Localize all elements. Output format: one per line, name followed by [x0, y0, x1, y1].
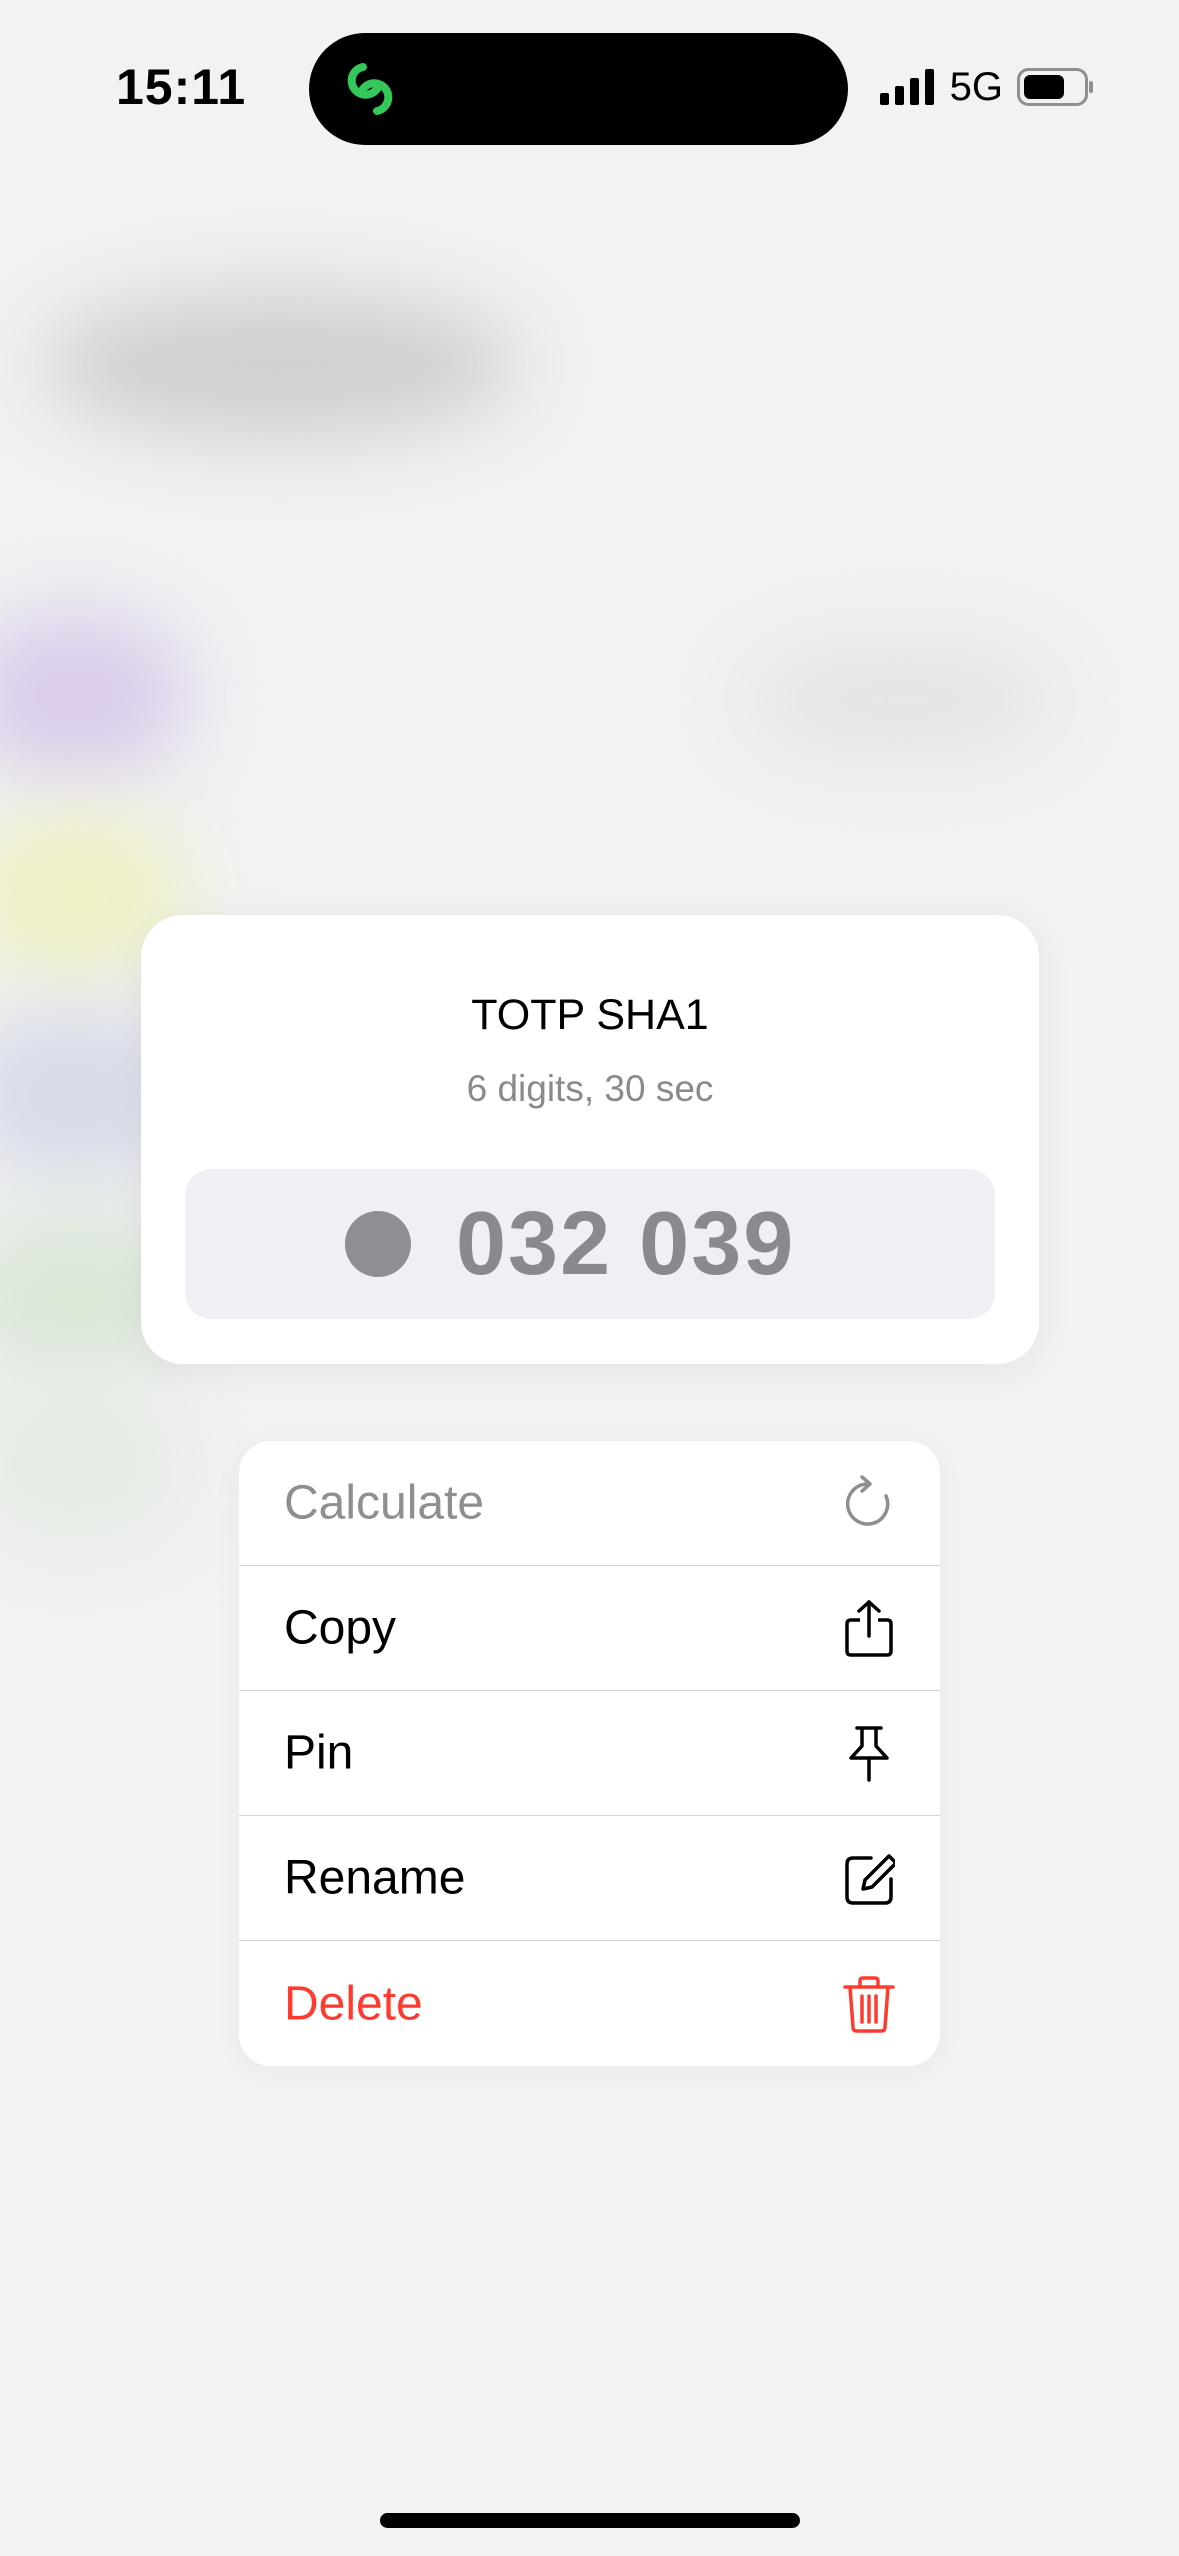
dynamic-island[interactable] [309, 33, 848, 145]
status-indicators: 5G [879, 62, 1095, 112]
menu-item-pin[interactable]: Pin [239, 1691, 940, 1816]
timer-indicator-icon [345, 1211, 411, 1277]
totp-preview-card: TOTP SHA1 6 digits, 30 sec 032 039 [141, 915, 1039, 1364]
background-blur-shape [40, 290, 520, 440]
account-subtitle: 6 digits, 30 sec [466, 1068, 714, 1109]
context-menu: Calculate Copy Pin Rename Delete [239, 1441, 940, 2066]
status-time: 15:11 [116, 59, 247, 115]
status-bar: 15:11 5G [0, 0, 1179, 170]
otp-code: 032 039 [456, 1194, 796, 1294]
background-blur-shape [0, 1380, 190, 1550]
background-blur-shape [740, 640, 1060, 760]
home-indicator[interactable] [380, 2513, 800, 2528]
menu-item-label: Calculate [284, 1476, 485, 1530]
menu-item-label: Delete [284, 1977, 423, 2030]
trash-icon [843, 1975, 895, 2033]
edit-icon [845, 1854, 895, 1905]
refresh-icon [845, 1475, 890, 1526]
menu-item-label: Copy [284, 1601, 397, 1655]
account-title: TOTP SHA1 [471, 991, 709, 1039]
menu-item-rename[interactable]: Rename [239, 1816, 940, 1941]
menu-item-copy[interactable]: Copy [239, 1566, 940, 1691]
pin-icon [849, 1726, 889, 1782]
link-chain-icon [347, 63, 393, 115]
code-display: 032 039 [185, 1169, 995, 1319]
battery-icon [1017, 68, 1093, 106]
menu-item-calculate[interactable]: Calculate [239, 1441, 940, 1566]
menu-item-label: Pin [284, 1726, 354, 1780]
menu-item-label: Rename [284, 1851, 466, 1905]
share-icon [845, 1600, 893, 1657]
menu-item-delete[interactable]: Delete [239, 1941, 940, 2066]
cellular-signal-icon [879, 69, 934, 105]
network-type: 5G [949, 64, 1003, 109]
background-blur-shape [0, 610, 190, 780]
